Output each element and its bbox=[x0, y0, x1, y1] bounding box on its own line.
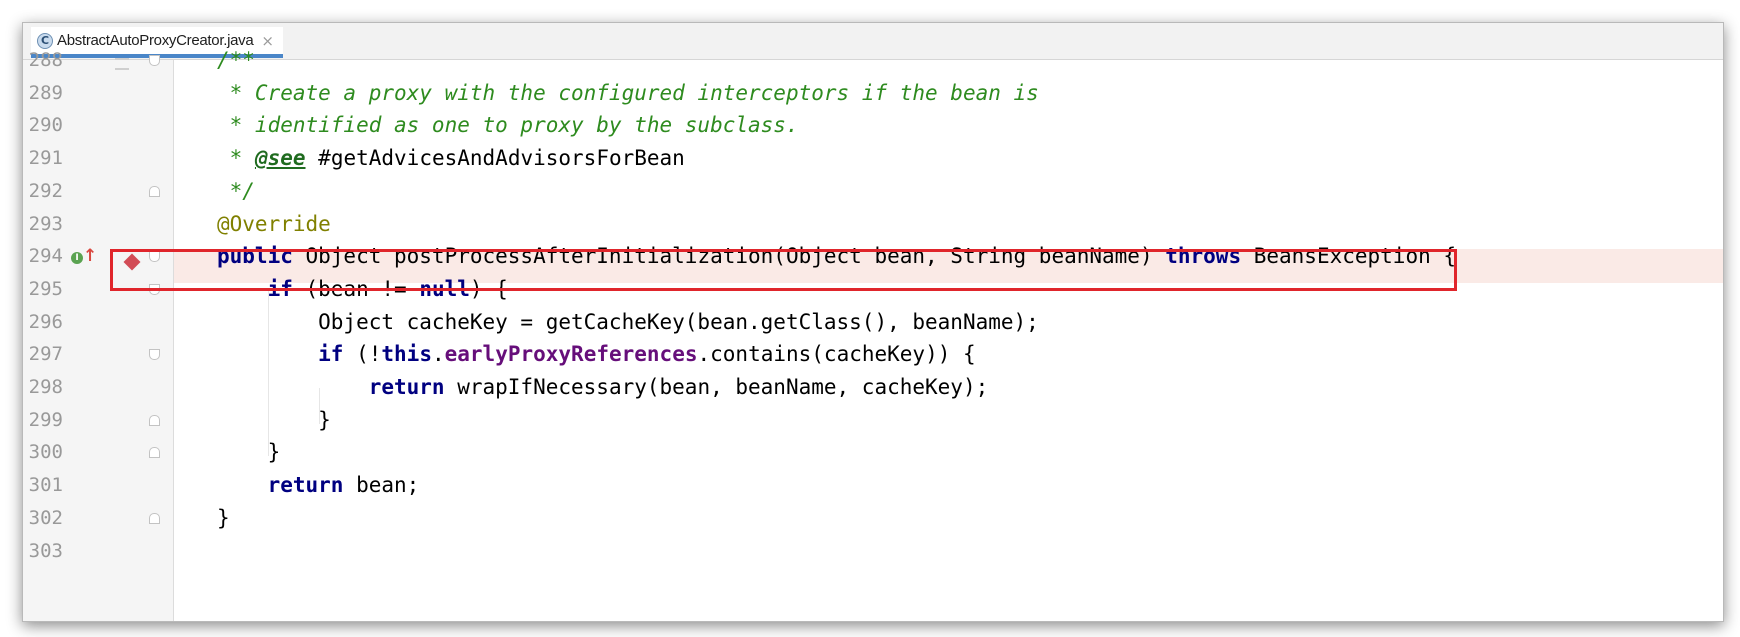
fold-marker-icon[interactable] bbox=[149, 447, 160, 459]
line-number[interactable]: 302 bbox=[23, 502, 63, 535]
code-text[interactable]: } bbox=[217, 502, 230, 535]
override-arrow-icon[interactable]: ↑ bbox=[83, 246, 97, 266]
code-text[interactable]: return wrapIfNecessary(bean, beanName, c… bbox=[217, 371, 989, 404]
code-token-plain: bean; bbox=[343, 473, 420, 498]
line-number[interactable]: 291 bbox=[23, 142, 63, 175]
code-line[interactable]: 302} bbox=[23, 502, 1723, 535]
code-token-plain: Object cacheKey = getCacheKey(bean.getCl… bbox=[217, 309, 1039, 334]
line-number[interactable]: 290 bbox=[23, 109, 63, 142]
code-token-doctag: @see bbox=[254, 146, 306, 171]
line-number[interactable]: 299 bbox=[23, 404, 63, 437]
line-number[interactable]: 289 bbox=[23, 77, 63, 110]
code-token-cm: /** bbox=[217, 48, 255, 72]
code-token-plain: . bbox=[431, 342, 445, 367]
line-number[interactable]: 298 bbox=[23, 371, 63, 404]
code-token-plain: } bbox=[217, 505, 230, 530]
code-line[interactable]: 290 * identified as one to proxy by the … bbox=[23, 109, 1723, 142]
code-token-cm bbox=[306, 146, 319, 170]
code-line[interactable]: 292 */ bbox=[23, 175, 1723, 208]
fold-marker-icon[interactable] bbox=[149, 55, 160, 66]
fold-marker-icon[interactable] bbox=[149, 349, 160, 361]
line-number[interactable]: 300 bbox=[23, 436, 63, 469]
line-number[interactable]: 296 bbox=[23, 306, 63, 339]
code-line[interactable]: 297 if (!this.earlyProxyReferences.conta… bbox=[23, 338, 1723, 371]
code-token-plain: #getAdvicesAndAdvisorsForBean bbox=[318, 146, 685, 171]
code-text[interactable]: /** bbox=[217, 44, 255, 77]
code-text[interactable]: * Create a proxy with the configured int… bbox=[217, 77, 1039, 110]
code-text[interactable]: Object cacheKey = getCacheKey(bean.getCl… bbox=[217, 306, 1039, 339]
code-line[interactable]: 303 bbox=[23, 535, 1723, 568]
line-number[interactable]: 292 bbox=[23, 175, 63, 208]
code-token-cm: * identified as one to proxy by the subc… bbox=[217, 113, 799, 138]
code-text[interactable]: * @see #getAdvicesAndAdvisorsForBean bbox=[217, 142, 685, 175]
code-token-plain: .contains(cacheKey)) { bbox=[697, 342, 976, 367]
code-token-plain: (! bbox=[343, 342, 382, 367]
code-text[interactable]: */ bbox=[217, 175, 255, 208]
code-token-cm: * bbox=[217, 146, 255, 171]
highlight-annotation-box bbox=[110, 249, 1457, 291]
fold-marker-icon[interactable] bbox=[149, 414, 160, 426]
code-line[interactable]: 298 return wrapIfNecessary(bean, beanNam… bbox=[23, 371, 1723, 404]
code-token-plain: wrapIfNecessary(bean, beanName, cacheKey… bbox=[444, 375, 989, 399]
code-text[interactable]: } bbox=[217, 436, 281, 469]
code-token-kw: return bbox=[368, 375, 445, 399]
code-line[interactable]: 301 return bean; bbox=[23, 469, 1723, 502]
line-number[interactable]: 294 bbox=[23, 240, 63, 273]
code-text[interactable]: * identified as one to proxy by the subc… bbox=[217, 109, 799, 142]
code-line[interactable]: 296 Object cacheKey = getCacheKey(bean.g… bbox=[23, 306, 1723, 339]
fold-marker-icon[interactable] bbox=[149, 185, 160, 197]
fold-marker-icon[interactable] bbox=[149, 512, 160, 524]
code-text[interactable]: if (!this.earlyProxyReferences.contains(… bbox=[217, 338, 976, 371]
code-token-cm: */ bbox=[217, 178, 255, 203]
code-token-ann: @Override bbox=[217, 211, 331, 236]
line-number[interactable]: 288 bbox=[23, 44, 63, 77]
line-number[interactable]: 303 bbox=[23, 535, 63, 568]
code-line[interactable]: 288 /** bbox=[23, 44, 1723, 77]
code-editor[interactable]: 288/** 289 * Create a proxy with the conf… bbox=[23, 48, 1723, 621]
line-number[interactable]: 293 bbox=[23, 208, 63, 241]
code-line[interactable]: 291 * @see #getAdvicesAndAdvisorsForBean bbox=[23, 142, 1723, 175]
line-number[interactable]: 301 bbox=[23, 469, 63, 502]
code-token-plain: } bbox=[217, 407, 331, 432]
code-text[interactable]: } bbox=[217, 404, 331, 437]
line-number[interactable]: 295 bbox=[23, 273, 63, 306]
code-text[interactable]: @Override bbox=[217, 208, 331, 241]
code-token-plain: } bbox=[217, 440, 281, 465]
code-token-fld: earlyProxyReferences bbox=[444, 342, 698, 367]
line-number[interactable]: 297 bbox=[23, 338, 63, 371]
code-line[interactable]: 299 } bbox=[23, 404, 1723, 437]
code-line[interactable]: 293 @Override bbox=[23, 208, 1723, 241]
implements-method-icon[interactable]: I bbox=[71, 252, 83, 265]
code-line[interactable]: 289 * Create a proxy with the configured… bbox=[23, 77, 1723, 110]
code-token-kw: return bbox=[267, 473, 344, 498]
code-text[interactable]: return bean; bbox=[217, 469, 420, 502]
code-token-kw: this bbox=[381, 342, 432, 367]
code-token-cm: * Create a proxy with the configured int… bbox=[217, 80, 1039, 105]
code-line[interactable]: 300 } bbox=[23, 436, 1723, 469]
editor-window: C AbstractAutoProxyCreator.java × 288/**… bbox=[22, 22, 1724, 622]
code-token-kw: if bbox=[318, 342, 344, 367]
